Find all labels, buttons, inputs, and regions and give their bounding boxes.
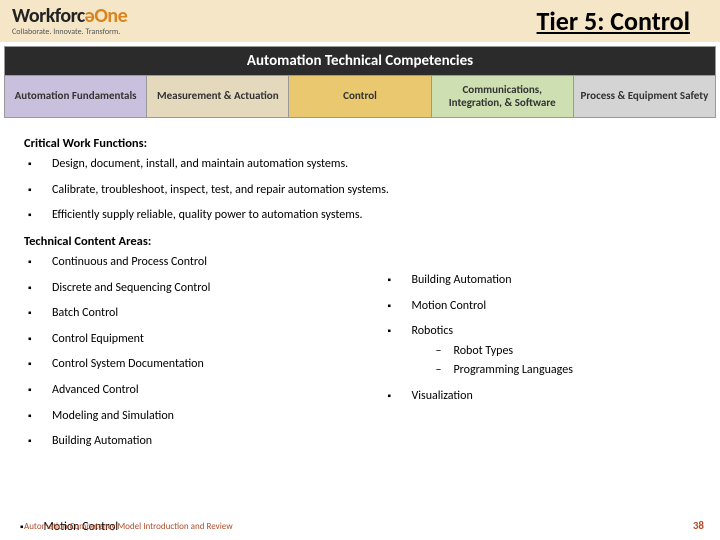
tca-columns: Continuous and Process Control Discrete …: [24, 255, 696, 460]
tca-item: Batch Control: [24, 306, 373, 322]
banner-title: Automation Technical Competencies: [4, 46, 716, 76]
tca-item: Control System Documentation: [24, 357, 373, 373]
tab-process-safety: Process & Equipment Safety: [574, 76, 715, 117]
tca-item: Discrete and Sequencing Control: [24, 281, 373, 297]
tab-measurement-actuation: Measurement & Actuation: [147, 76, 289, 117]
tca-item: Modeling and Simulation: [24, 409, 373, 425]
tca-item: Motion Control: [383, 299, 696, 315]
logo-tagline: Collaborate. Innovate. Transform.: [12, 28, 127, 36]
logo-e-icon: ə: [85, 4, 95, 28]
tab-control: Control: [289, 76, 431, 117]
tca-item: Continuous and Process Control: [24, 255, 373, 271]
page-number: 38: [693, 519, 704, 532]
tca-right-col: Building Automation Motion Control Robot…: [383, 255, 696, 460]
footer: Automation Competency Model Introduction…: [24, 519, 704, 532]
competency-banner: Automation Technical Competencies Automa…: [4, 46, 716, 118]
tca-right-list: Building Automation Motion Control Robot…: [383, 273, 696, 405]
header-band: WorkforcəOne Collaborate. Innovate. Tran…: [0, 0, 720, 42]
tca-sublist: Robot Types Programming Languages: [411, 344, 696, 379]
tab-automation-fundamentals: Automation Fundamentals: [5, 76, 147, 117]
tca-item: Advanced Control: [24, 383, 373, 399]
tca-subitem: Robot Types: [435, 344, 696, 360]
tca-heading: Technical Content Areas:: [24, 234, 696, 249]
tca-item: Robotics Robot Types Programming Languag…: [383, 324, 696, 379]
tca-left-list: Continuous and Process Control Discrete …: [24, 255, 373, 450]
brand-logo: WorkforcəOne Collaborate. Innovate. Tran…: [12, 6, 127, 36]
tca-subitem: Programming Languages: [435, 363, 696, 379]
cwf-item: Design, document, install, and maintain …: [24, 157, 696, 173]
cwf-item: Efficiently supply reliable, quality pow…: [24, 208, 696, 224]
tca-item: Building Automation: [24, 434, 373, 450]
cwf-list: Design, document, install, and maintain …: [24, 157, 696, 224]
page-title: Tier 5: Control: [537, 5, 690, 37]
competency-tabs: Automation Fundamentals Measurement & Ac…: [4, 76, 716, 118]
tca-item: Control Equipment: [24, 332, 373, 348]
tca-left-col: Continuous and Process Control Discrete …: [24, 255, 373, 460]
tca-item: Building Automation: [383, 273, 696, 289]
slide-body: Critical Work Functions: Design, documen…: [0, 120, 720, 460]
logo-wordmark: WorkforcəOne: [12, 6, 127, 26]
cwf-heading: Critical Work Functions:: [24, 136, 696, 151]
tca-item: Visualization: [383, 389, 696, 405]
tab-communications: Communications, Integration, & Software: [432, 76, 574, 117]
footer-text: Automation Competency Model Introduction…: [24, 521, 233, 532]
logo-word-a: Workforc: [12, 4, 85, 28]
cwf-item: Calibrate, troubleshoot, inspect, test, …: [24, 183, 696, 199]
logo-word-b: One: [94, 4, 127, 28]
tca-item-label: Robotics: [411, 324, 453, 338]
